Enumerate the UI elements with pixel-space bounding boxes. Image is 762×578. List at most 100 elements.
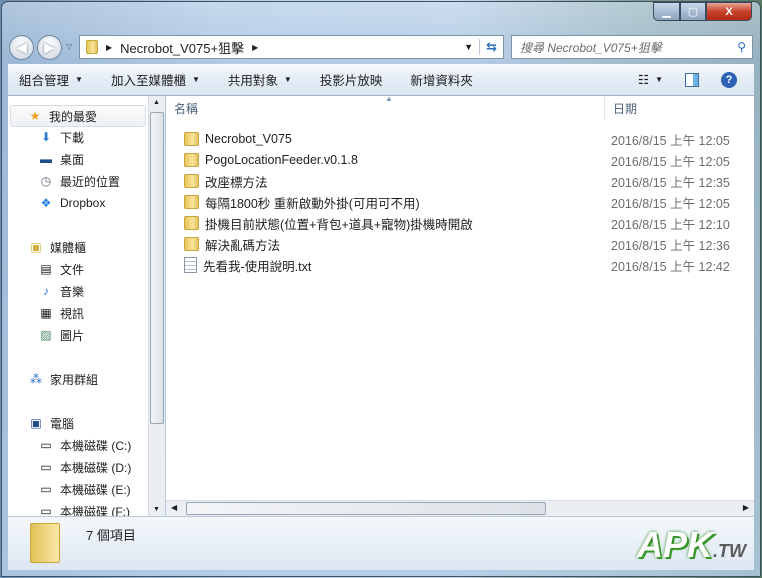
forward-button[interactable]: ▶ <box>37 35 62 60</box>
nav-item-music[interactable]: ♪ 音樂 <box>38 281 84 301</box>
chevron-down-icon: ▼ <box>191 75 200 84</box>
nav-label: 媒體櫃 <box>50 240 87 255</box>
share-with-button[interactable]: 共用對象 ▼ <box>217 68 303 92</box>
file-row[interactable]: PogoLocationFeeder.v0.1.8 2016/8/15 上午 12… <box>184 150 754 170</box>
nav-favorites[interactable]: ★ 我的最愛 <box>10 105 146 127</box>
maximize-button[interactable]: ▢ <box>680 2 706 21</box>
nav-item-videos[interactable]: ▦ 視訊 <box>38 303 84 323</box>
file-name: 先看我-使用說明.txt <box>203 259 312 274</box>
file-row[interactable]: 改座標方法 2016/8/15 上午 12:35 <box>184 171 754 191</box>
file-row[interactable]: 掛機目前狀態(位置+背包+道具+寵物)掛機時開啟 2016/8/15 上午 12:… <box>184 213 754 233</box>
file-row[interactable]: 解決亂碼方法 2016/8/15 上午 12:36 <box>184 234 754 254</box>
nav-item-desktop[interactable]: ▬ 桌面 <box>38 149 84 169</box>
file-list: ▲ 名稱 日期 Necrobot_V075 2016/8/15 上午 12:05 … <box>166 94 754 500</box>
nav-item-drive-f[interactable]: ▭ 本機磁碟 (F:) <box>38 501 130 516</box>
file-name: 改座標方法 <box>205 175 268 190</box>
breadcrumb-current[interactable]: Necrobot_V075+狙擊 <box>120 38 244 57</box>
dropbox-icon: ❖ <box>40 196 52 210</box>
file-date: 2016/8/15 上午 12:10 <box>611 217 730 232</box>
star-icon: ★ <box>29 109 41 123</box>
nav-scrollbar[interactable]: ▲ ▼ <box>148 96 165 516</box>
slideshow-button[interactable]: 投影片放映 <box>309 68 394 92</box>
folder-icon <box>86 40 98 54</box>
file-row[interactable]: 先看我-使用說明.txt 2016/8/15 上午 12:42 <box>184 255 754 275</box>
add-to-library-button[interactable]: 加入至媒體櫃 ▼ <box>100 68 211 92</box>
command-bar: 組合管理 ▼ 加入至媒體櫃 ▼ 共用對象 ▼ 投影片放映 新增資料夾 ☷ ▼ ? <box>8 64 754 96</box>
nav-item-recent-places[interactable]: ◷ 最近的位置 <box>38 171 120 191</box>
breadcrumb-chevron-icon[interactable]: ▶ <box>252 43 258 52</box>
breadcrumb-chevron-icon[interactable]: ▶ <box>106 43 112 52</box>
file-name: 掛機目前狀態(位置+背包+道具+寵物)掛機時開啟 <box>205 217 473 232</box>
arrow-right-icon: ▶ <box>44 39 55 55</box>
nav-label: 本機磁碟 (C:) <box>60 438 132 453</box>
search-icon[interactable]: ⚲ <box>737 40 746 54</box>
folder-large-icon <box>30 523 60 563</box>
file-name: 解決亂碼方法 <box>205 238 281 253</box>
nav-item-drive-c[interactable]: ▭ 本機磁碟 (C:) <box>38 435 131 455</box>
library-icon: ▣ <box>30 240 42 254</box>
details-view-icon: ☷ <box>637 73 650 87</box>
nav-item-documents[interactable]: ▤ 文件 <box>38 259 84 279</box>
search-input[interactable]: 搜尋 Necrobot_V075+狙擊 ⚲ <box>511 35 753 59</box>
file-row[interactable]: Necrobot_V075 2016/8/15 上午 12:05 <box>184 129 754 149</box>
organize-label: 組合管理 <box>19 74 70 88</box>
folder-icon <box>184 153 199 167</box>
computer-icon: ▣ <box>30 416 42 430</box>
chevron-down-icon: ▼ <box>655 75 663 84</box>
nav-label: 下載 <box>60 130 85 145</box>
close-button[interactable]: X <box>706 2 752 21</box>
nav-label: 本機磁碟 (F:) <box>60 504 130 517</box>
nav-item-drive-d[interactable]: ▭ 本機磁碟 (D:) <box>38 457 131 477</box>
apk-tw-watermark: APK.TW <box>637 524 746 566</box>
back-button[interactable]: ◀ <box>9 35 34 60</box>
folder-icon <box>184 216 199 230</box>
file-date: 2016/8/15 上午 12:35 <box>611 175 730 190</box>
nav-label: 電腦 <box>50 416 75 431</box>
system-drive-icon: ▭ <box>40 438 52 452</box>
drive-icon: ▭ <box>40 460 52 474</box>
organize-button[interactable]: 組合管理 ▼ <box>8 68 94 92</box>
column-header-name[interactable]: 名稱 <box>174 96 604 120</box>
file-name: PogoLocationFeeder.v0.1.8 <box>205 153 358 167</box>
address-bar[interactable]: ▶ Necrobot_V075+狙擊 ▶ ▼ ⇆ <box>79 35 504 59</box>
nav-label: 本機磁碟 (D:) <box>60 460 132 475</box>
nav-homegroup[interactable]: ⁂ 家用群組 <box>28 369 98 389</box>
column-label: 名稱 <box>174 101 199 116</box>
caption-buttons: ▁ ▢ X <box>653 2 752 21</box>
nav-libraries[interactable]: ▣ 媒體櫃 <box>28 237 86 257</box>
minimize-button[interactable]: ▁ <box>653 2 680 21</box>
scroll-down-icon[interactable]: ▼ <box>153 506 160 513</box>
scroll-right-icon[interactable]: ▶ <box>743 503 749 512</box>
nav-item-dropbox[interactable]: ❖ Dropbox <box>38 193 106 213</box>
share-with-label: 共用對象 <box>227 74 278 88</box>
scroll-up-icon[interactable]: ▲ <box>153 99 160 106</box>
nav-computer[interactable]: ▣ 電腦 <box>28 413 74 433</box>
view-options-button[interactable]: ☷ ▼ <box>627 68 674 92</box>
new-folder-button[interactable]: 新增資料夾 <box>399 68 484 92</box>
nav-item-pictures[interactable]: ▨ 圖片 <box>38 325 84 345</box>
horizontal-scrollbar-thumb[interactable] <box>186 502 546 515</box>
nav-item-drive-e[interactable]: ▭ 本機磁碟 (E:) <box>38 479 130 499</box>
nav-label: 我的最愛 <box>49 109 98 124</box>
nav-item-downloads[interactable]: ⬇ 下載 <box>38 127 84 147</box>
file-date: 2016/8/15 上午 12:05 <box>611 196 730 211</box>
folder-icon <box>184 237 199 251</box>
help-button[interactable]: ? <box>710 68 748 92</box>
file-date: 2016/8/15 上午 12:05 <box>611 154 730 169</box>
address-dropdown-icon[interactable]: ▼ <box>458 42 479 52</box>
nav-scrollbar-thumb[interactable] <box>150 112 164 424</box>
preview-pane-button[interactable] <box>674 68 710 92</box>
recent-pages-dropdown[interactable]: ▽ <box>66 42 72 51</box>
drive-icon: ▭ <box>40 504 52 516</box>
arrow-left-icon: ◀ <box>16 39 27 55</box>
text-file-icon <box>184 257 197 273</box>
horizontal-scrollbar[interactable]: ◀ ▶ <box>166 500 754 516</box>
help-icon: ? <box>721 71 737 88</box>
file-row[interactable]: 每隔1800秒 重新啟動外掛(可用可不用) 2016/8/15 上午 12:05 <box>184 192 754 212</box>
file-name: Necrobot_V075 <box>205 132 292 146</box>
video-icon: ▦ <box>40 306 52 320</box>
column-header-date[interactable]: 日期 <box>604 96 754 120</box>
scroll-left-icon[interactable]: ◀ <box>171 503 177 512</box>
refresh-icon[interactable]: ⇆ <box>479 39 503 55</box>
nav-label: 文件 <box>60 262 85 277</box>
